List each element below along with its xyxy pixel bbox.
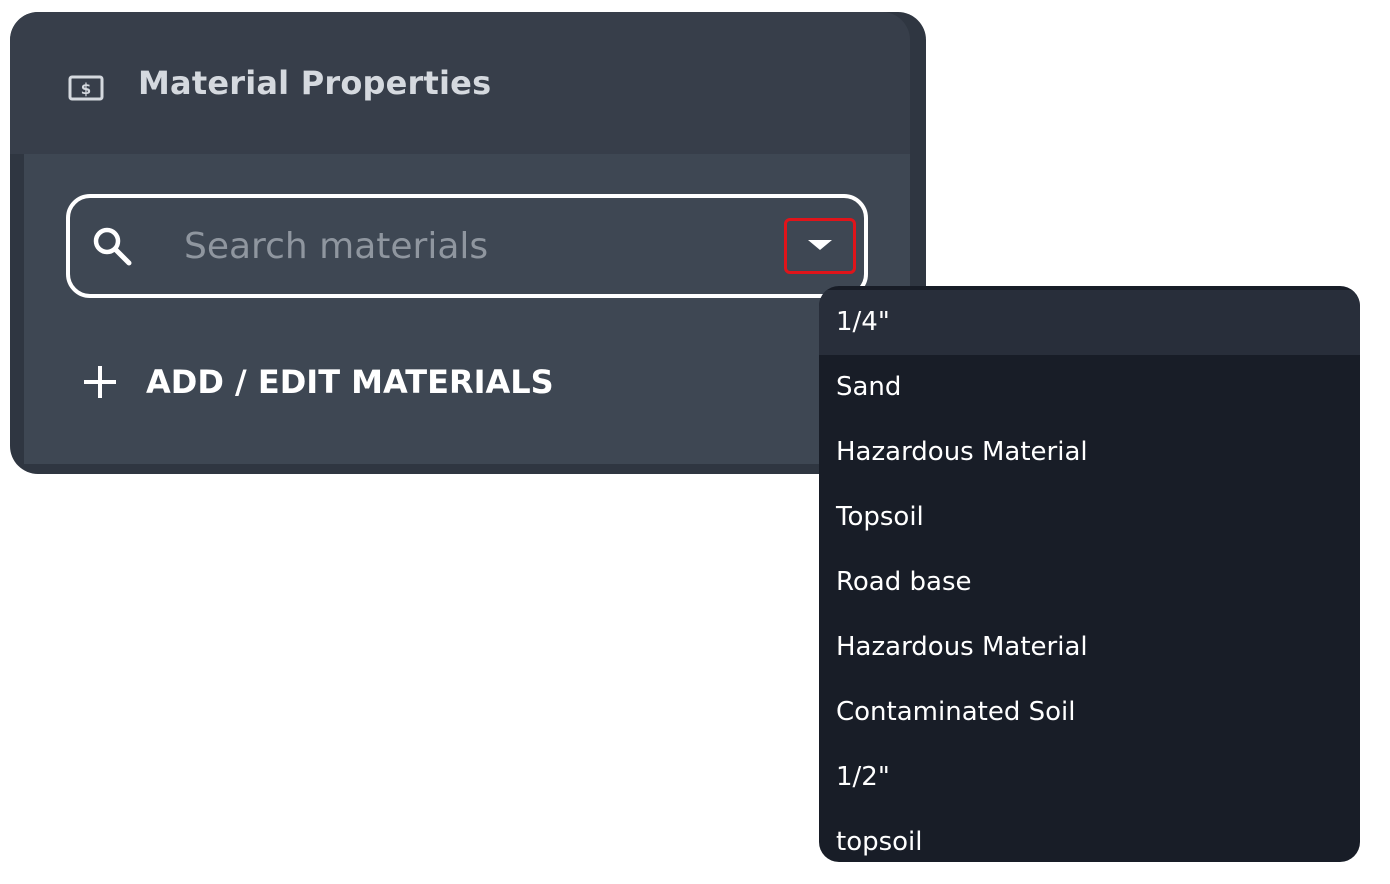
- dollar-glyph: $: [81, 80, 91, 98]
- dropdown-option[interactable]: Hazardous Material: [819, 420, 1360, 485]
- add-edit-materials-label: ADD / EDIT MATERIALS: [146, 363, 554, 401]
- search-field[interactable]: [66, 194, 868, 298]
- plus-icon: [84, 366, 116, 398]
- dollar-bill-icon: $: [68, 75, 104, 101]
- dropdown-option[interactable]: Sand: [819, 355, 1360, 420]
- dropdown-option[interactable]: 1/2": [819, 745, 1360, 810]
- dropdown-option[interactable]: Road base: [819, 550, 1360, 615]
- search-icon: [90, 224, 134, 268]
- dropdown-option[interactable]: Hazardous Material: [819, 615, 1360, 680]
- dropdown-option[interactable]: Topsoil: [819, 485, 1360, 550]
- materials-dropdown-menu: 1/4" Sand Hazardous Material Topsoil Roa…: [819, 286, 1360, 862]
- search-input[interactable]: [184, 218, 744, 274]
- dropdown-option[interactable]: 1/4": [819, 290, 1360, 355]
- panel-title: Material Properties: [138, 64, 492, 102]
- add-edit-materials-button[interactable]: ADD / EDIT MATERIALS: [84, 357, 554, 407]
- caret-down-icon: [808, 240, 832, 250]
- dropdown-option[interactable]: topsoil: [819, 810, 1360, 862]
- dropdown-option[interactable]: Contaminated Soil: [819, 680, 1360, 745]
- material-properties-panel: $ Material Properties ADD / EDIT MATERIA…: [10, 12, 926, 474]
- panel-header: $ Material Properties: [10, 12, 910, 154]
- dropdown-toggle-button[interactable]: [784, 218, 856, 274]
